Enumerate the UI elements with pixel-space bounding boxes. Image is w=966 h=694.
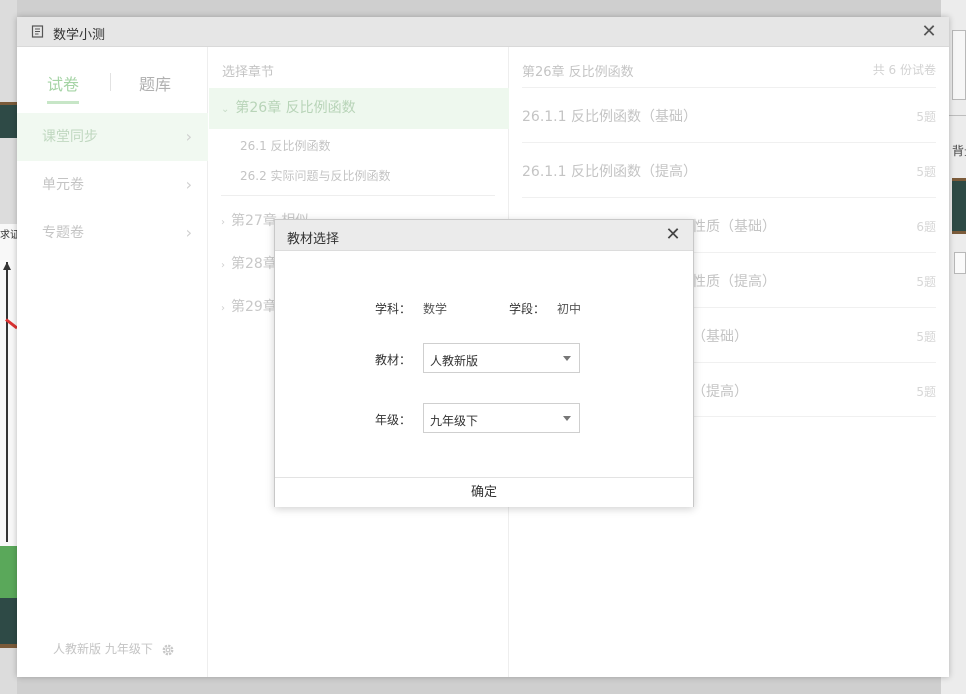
sidebar-item-label: 单元卷 [42, 177, 84, 193]
background-right-input [954, 252, 966, 274]
sidebar-item-class-sync[interactable]: 课堂同步 › [17, 113, 208, 161]
background-right-blackboard [952, 178, 966, 234]
subject-label: 学科： [375, 302, 412, 316]
background-canvas [0, 224, 17, 546]
background-left-panel: 求证 [0, 0, 18, 694]
chapter-divider [221, 195, 495, 196]
paper-title: 26.1.1 反比例函数（提高） [522, 164, 697, 180]
chevron-right-icon: › [185, 223, 192, 242]
chapter-label: 第29章 [231, 299, 277, 315]
left-sidebar: 试卷 题库 课堂同步 › 单元卷 › 专题卷 › 人教新版 九年级下 [17, 47, 208, 677]
chapter-label: 第26章 反比例函数 [235, 100, 356, 116]
subject-value: 数学 [423, 302, 448, 316]
chevron-right-icon: › [221, 260, 225, 271]
chevron-right-icon: › [185, 127, 192, 146]
background-blackboard-top [0, 102, 17, 138]
textbook-select[interactable]: 人教新版 [423, 343, 580, 373]
window-titlebar: 数学小测 ✕ [17, 17, 949, 47]
tab-paper[interactable]: 试卷 [47, 71, 79, 95]
question-count: 5题 [916, 110, 936, 124]
paper-title: （基础） [692, 329, 748, 345]
background-left-label: 求证 [0, 230, 17, 241]
tab-divider [110, 73, 111, 91]
question-count: 5题 [916, 330, 936, 344]
window-title: 数学小测 [53, 28, 106, 43]
paper-count: 共 6 份试卷 [872, 63, 936, 77]
chevron-right-icon: › [185, 175, 192, 194]
section-item[interactable]: 26.2 实际问题与反比例函数 [240, 167, 391, 184]
question-count: 6题 [916, 220, 936, 234]
chevron-right-icon: › [221, 217, 225, 228]
chapter-column-header: 选择章节 [222, 65, 275, 80]
sidebar-item-unit-paper[interactable]: 单元卷 › [17, 161, 208, 209]
dialog-title: 教材选择 [287, 232, 340, 247]
chapter-item[interactable]: › 第29章 [221, 296, 277, 316]
sidebar-item-label: 课堂同步 [42, 129, 98, 145]
list-item[interactable]: 26.1.1 反比例函数（提高） 5题 [522, 142, 936, 197]
sidebar-item-label: 专题卷 [42, 225, 84, 241]
chevron-right-icon: › [221, 303, 225, 314]
list-item[interactable]: 26.1.1 反比例函数（基础） 5题 [522, 87, 936, 142]
paper-list-header: 第26章 反比例函数 [522, 65, 634, 80]
grade-label: 年级： [375, 413, 412, 427]
paper-title: 性质（提高） [692, 274, 776, 290]
background-blackboard-bottom [0, 598, 17, 648]
confirm-button[interactable]: 确定 [275, 478, 693, 507]
grade-select[interactable]: 九年级下 [423, 403, 580, 433]
chevron-down-icon [563, 356, 571, 361]
textbook-label: 教材： [375, 353, 412, 367]
app-book-icon [31, 25, 44, 38]
paper-title: （提高） [692, 384, 748, 400]
close-icon[interactable]: ✕ [919, 22, 939, 42]
dialog-footer: 确定 [275, 477, 693, 507]
tab-question-bank[interactable]: 题库 [139, 71, 171, 95]
paper-title: 性质（基础） [692, 219, 776, 235]
textbook-select-value: 人教新版 [430, 354, 479, 368]
sidebar-nav: 课堂同步 › 单元卷 › 专题卷 › [17, 113, 208, 257]
chevron-down-icon [563, 416, 571, 421]
background-right-box [952, 30, 966, 100]
textbook-footer-label: 人教新版 九年级下 [53, 642, 153, 656]
background-right-text: 背景 [952, 144, 966, 158]
tab-active-indicator [47, 101, 79, 104]
grade-select-value: 九年级下 [430, 414, 479, 428]
chapter-label: 第28章 [231, 256, 277, 272]
background-axis [6, 262, 8, 542]
stage-value: 初中 [557, 302, 582, 316]
background-green-block [0, 546, 17, 598]
question-count: 5题 [916, 275, 936, 289]
paper-title: 26.1.1 反比例函数（基础） [522, 109, 697, 125]
sidebar-item-topic-paper[interactable]: 专题卷 › [17, 209, 208, 257]
chapter-item-active[interactable]: ⌄ 第26章 反比例函数 [209, 88, 509, 129]
gear-icon[interactable] [161, 643, 175, 657]
textbook-footer[interactable]: 人教新版 九年级下 [53, 640, 175, 657]
textbook-select-dialog: 教材选择 ✕ 学科： 数学 学段： 初中 教材： 人教新版 年级： 九年级下 确… [274, 219, 694, 507]
close-icon[interactable]: ✕ [663, 225, 683, 245]
paper-bank-tabs: 试卷 题库 [17, 65, 208, 105]
question-count: 5题 [916, 165, 936, 179]
chevron-down-icon: ⌄ [221, 104, 230, 115]
question-count: 5题 [916, 385, 936, 399]
section-item[interactable]: 26.1 反比例函数 [240, 137, 331, 154]
dialog-titlebar: 教材选择 ✕ [275, 220, 693, 251]
chapter-item[interactable]: › 第28章 [221, 253, 277, 273]
stage-label: 学段： [509, 302, 546, 316]
